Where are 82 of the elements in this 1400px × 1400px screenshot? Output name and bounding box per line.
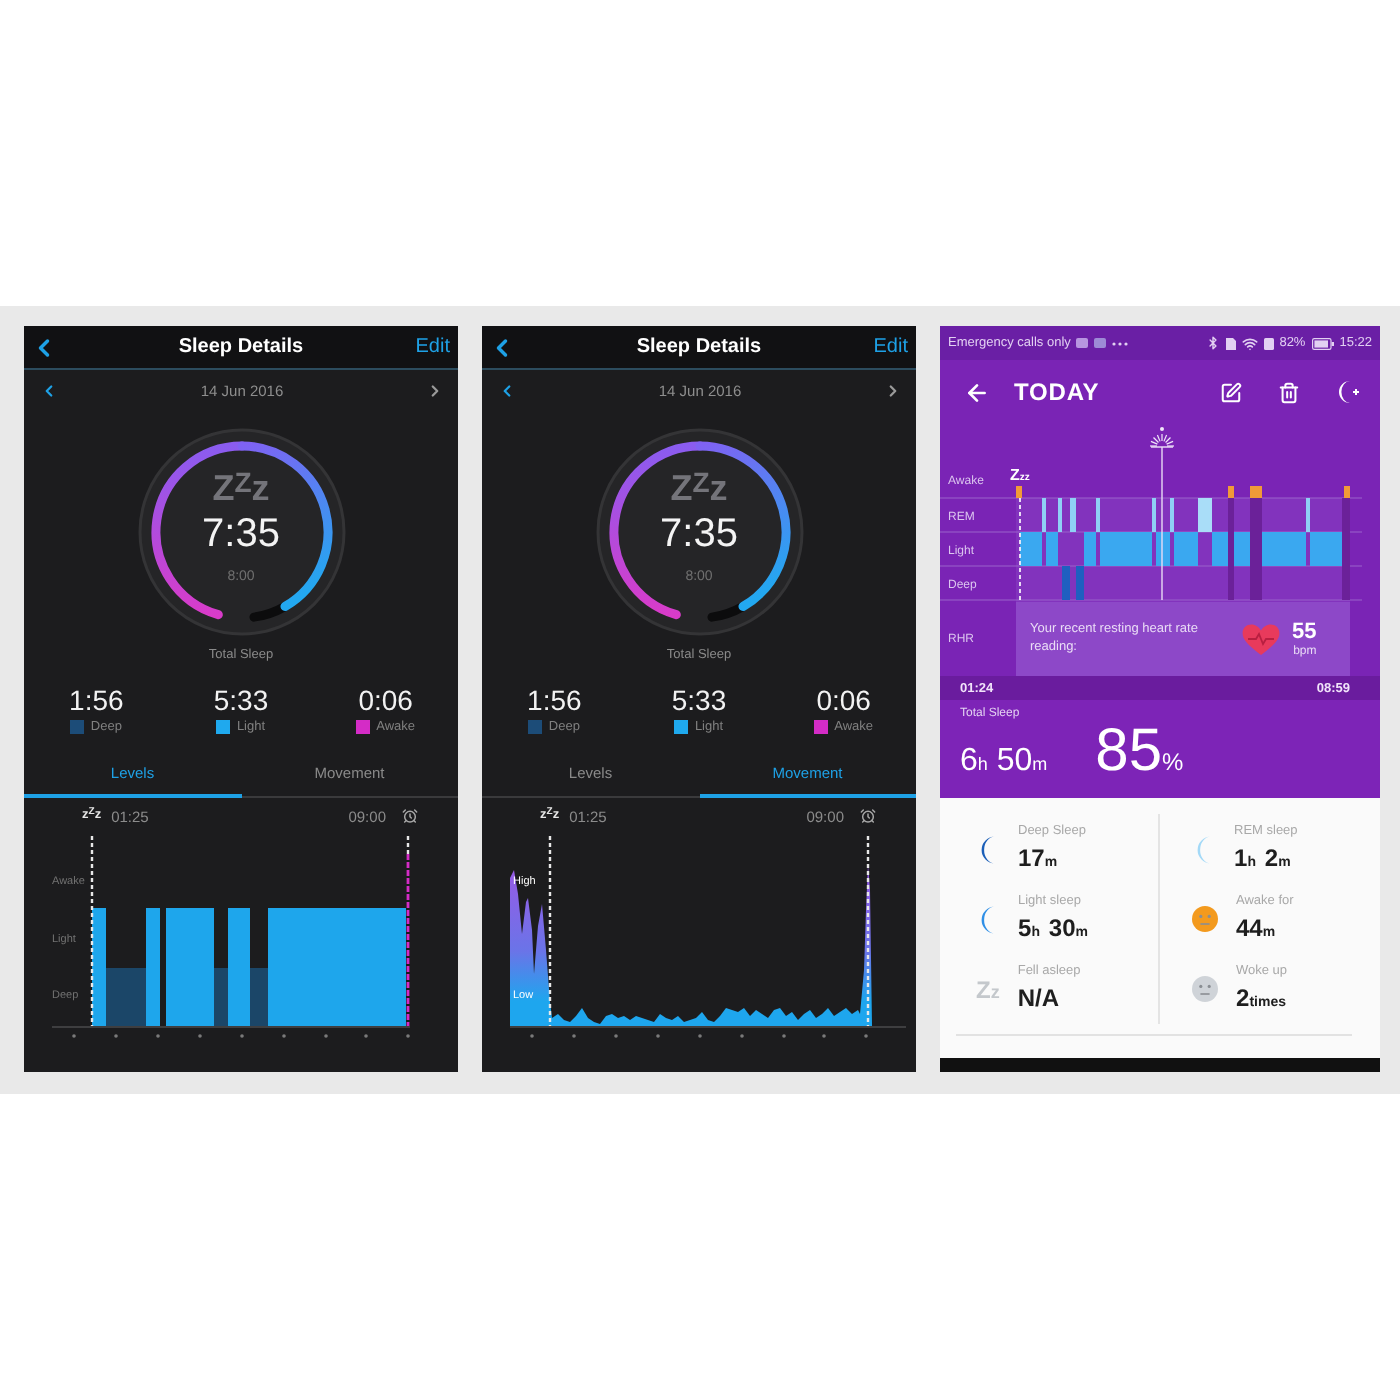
screen-title: Sleep Details [178,336,304,358]
trash-icon[interactable] [1278,381,1300,403]
light-sleep-bar [1020,532,1042,566]
screen-title: Sleep Details [636,336,762,358]
moon-plus-icon[interactable] [1336,380,1360,404]
axis-tick-dot [822,1034,826,1038]
metric-value: N/A [1017,981,1062,1015]
stage-duration: 1:56 [69,684,124,716]
stage-duration: 5:33 [671,684,727,716]
deep-sleep-bar [214,968,228,1026]
awake-period-band [1228,498,1234,600]
stage-duration: 1:56 [527,684,582,716]
awake-marker [1228,486,1234,498]
light-sleep-bar [92,908,106,1026]
rem-sleep-bar [1070,498,1076,532]
heart-rate-value: 55 [1292,620,1317,645]
rem-sleep-bar [1198,498,1212,532]
awake-period-band [1250,498,1262,600]
axis-tick-dot [72,1034,76,1038]
light-sleep-bar [1234,532,1250,566]
edit-icon[interactable] [1220,381,1242,403]
stage-duration: 0:06 [816,684,871,716]
alarm-clock-icon [860,808,876,824]
axis-tick-dot [364,1034,368,1038]
total-sleep-value: 7:35 [202,514,280,554]
sleep-glyph: Z$^{Z}$z [212,468,270,506]
axis-tick-dot [530,1034,534,1038]
deep-sleep-bar [250,968,268,1026]
axis-tick-dot [656,1034,660,1038]
axis-tick-dot [698,1034,702,1038]
awake-period-band [1342,498,1350,600]
axis-tick-dot [114,1034,118,1038]
awake-marker [1344,486,1350,498]
light-sleep-bar [1084,532,1096,566]
axis-tick-dot [864,1034,868,1038]
heart-pulse-icon [1242,623,1280,655]
sleep-start-line [1019,497,1021,601]
edit-button[interactable]: Edit [415,336,450,358]
deep-sleep-bar [1076,566,1084,600]
back-arrow-icon[interactable] [964,379,990,405]
light-sleep-bar [166,908,214,1026]
remaining-arc [248,602,289,622]
axis-tick-dot [782,1034,786,1038]
total-sleep-value: 7:35 [660,514,738,554]
previous-day-icon[interactable] [498,381,516,399]
light-sleep-bar [146,908,160,1026]
axis-tick-dot [156,1034,160,1038]
light-sleep-bar [1046,532,1058,566]
light-sleep-bar [1310,532,1342,566]
remaining-arc [706,602,747,622]
light-sleep-bar [1212,532,1228,566]
previous-day-icon[interactable] [40,381,58,399]
wifi-icon [1241,335,1258,351]
axis-tick-dot [614,1034,618,1038]
stage-duration: 5:33 [213,684,269,716]
axis-tick-dot [406,1034,410,1038]
alarm-clock-icon [402,808,418,824]
total-sleep-duration: 6h 50m [960,746,1048,778]
light-sleep-bar [1262,532,1306,566]
sim-card-icon [1225,337,1236,349]
deep-sleep-bar [1062,566,1070,600]
light-sleep-bar [268,908,406,1026]
axis-tick-dot [240,1034,244,1038]
stage-duration: 0:06 [358,684,413,716]
screen-title: TODAY [1014,378,1100,406]
light-sleep-bar [228,908,250,1026]
awake-marker [1250,486,1262,498]
status-icon [1263,337,1274,349]
axis-tick-dot [324,1034,328,1038]
bluetooth-icon [1205,336,1220,350]
deep-sleep-bar [106,968,146,1026]
axis-tick-dot [572,1034,576,1038]
battery-icon [1311,337,1334,349]
sleep-glyph: Z$^{Z}$z [670,468,728,506]
edit-button[interactable]: Edit [873,336,908,358]
light-sleep-bar [1174,532,1198,566]
light-sleep-bar [1100,532,1152,566]
awake-marker [1016,486,1022,498]
axis-tick-dot [740,1034,744,1038]
axis-tick-dot [198,1034,202,1038]
axis-tick-dot [282,1034,286,1038]
sleep-score: 85% [1095,722,1184,782]
